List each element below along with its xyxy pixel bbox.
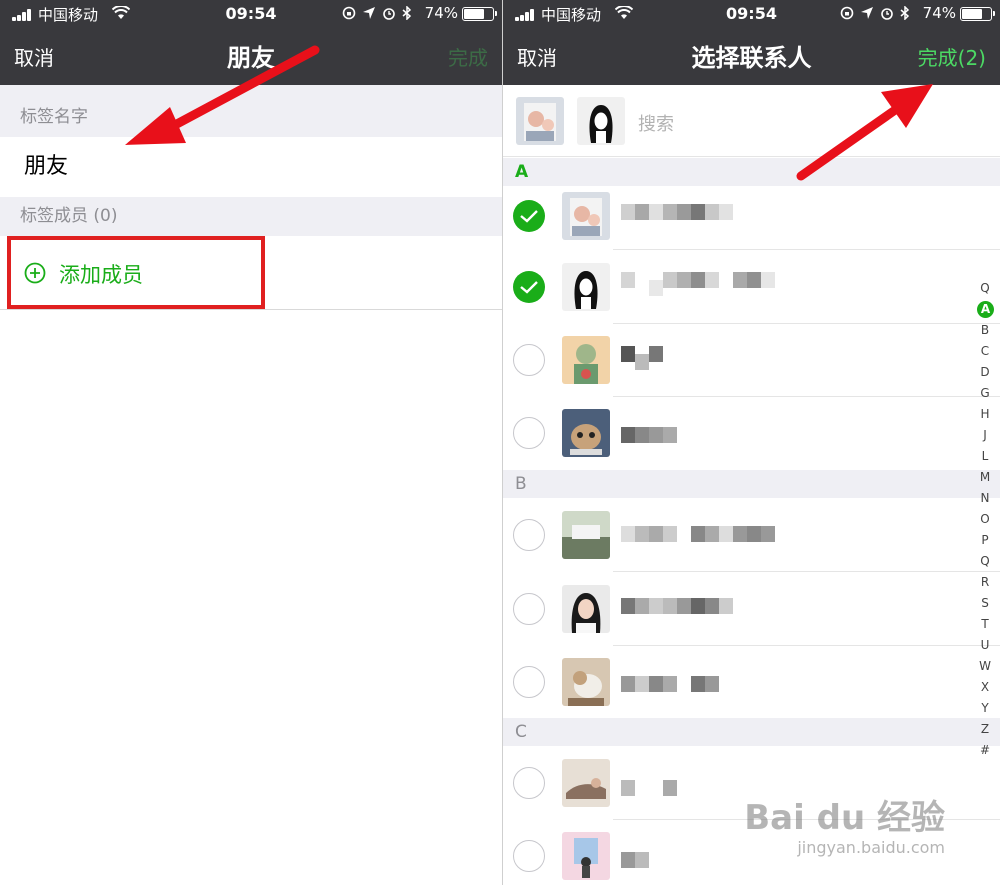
index-letter[interactable]: # — [977, 740, 993, 761]
done-button[interactable]: 完成 — [448, 42, 488, 71]
selected-avatar[interactable] — [577, 97, 625, 145]
index-letter[interactable]: M — [977, 467, 993, 488]
contact-row[interactable] — [503, 397, 1000, 470]
avatar — [562, 832, 610, 880]
index-letter[interactable]: H — [977, 404, 993, 425]
avatar — [562, 336, 610, 384]
rotation-lock-icon — [840, 6, 854, 20]
avatar — [562, 658, 610, 706]
checkbox-unchecked[interactable] — [513, 417, 545, 449]
red-arrow-icon — [796, 84, 933, 181]
index-letter[interactable]: R — [977, 572, 993, 593]
checkmark-icon — [520, 210, 538, 223]
battery-percent: 74% — [424, 4, 458, 22]
avatar — [562, 409, 610, 457]
checkmark-icon — [520, 281, 538, 294]
contact-name-redacted — [621, 204, 741, 220]
plus-circle-icon[interactable] — [24, 262, 46, 284]
location-icon — [861, 7, 873, 19]
index-letter[interactable]: Z — [977, 719, 993, 740]
index-letter[interactable]: C — [977, 341, 993, 362]
index-letter[interactable]: T — [977, 614, 993, 635]
index-letter[interactable]: S — [977, 593, 993, 614]
index-letter[interactable]: O — [977, 509, 993, 530]
index-letter[interactable]: J — [977, 425, 993, 446]
status-bar: 中国移动 09:54 74% — [0, 0, 502, 28]
contact-name-redacted — [621, 346, 671, 370]
contact-name-redacted — [621, 676, 731, 692]
index-letter[interactable]: U — [977, 635, 993, 656]
index-letter[interactable]: W — [977, 656, 993, 677]
rotation-lock-icon — [342, 6, 356, 20]
index-letter[interactable]: Y — [977, 698, 993, 719]
index-letter[interactable]: B — [977, 320, 993, 341]
contact-name-redacted — [621, 780, 681, 796]
search-input[interactable]: 搜索 — [638, 110, 674, 136]
contact-name-redacted — [621, 427, 681, 443]
checkbox-unchecked[interactable] — [513, 344, 545, 376]
bluetooth-icon — [900, 6, 910, 20]
checkbox-unchecked[interactable] — [513, 666, 545, 698]
alphabet-index[interactable]: Q A B C D G H J L M N O P Q R S T U W X Y Z # — [977, 278, 994, 761]
contact-row[interactable] — [503, 646, 1000, 718]
index-letter[interactable]: Q — [977, 551, 993, 572]
watermark-brand: Bai du 经验 — [744, 798, 945, 838]
battery-percent: 74% — [922, 4, 956, 22]
divider — [0, 309, 502, 310]
contact-row[interactable] — [503, 250, 1000, 324]
avatar — [562, 759, 610, 807]
location-icon — [363, 7, 375, 19]
index-letter[interactable]: A — [977, 299, 994, 320]
index-letter[interactable]: X — [977, 677, 993, 698]
contact-row[interactable] — [503, 498, 1000, 572]
section-letter-c: C — [503, 718, 1000, 746]
select-contacts-screen: 中国移动 09:54 74% 取消 选择联系人 完成(2) 搜索 A B C Q… — [503, 0, 1000, 885]
avatar — [562, 192, 610, 240]
checkbox-unchecked[interactable] — [513, 593, 545, 625]
index-letter[interactable]: P — [977, 530, 993, 551]
battery-icon — [462, 7, 497, 21]
section-header-tag-members: 标签成员 (0) — [0, 197, 502, 236]
alarm-icon — [881, 8, 893, 20]
header: 中国移动 09:54 74% 取消 选择联系人 完成(2) — [503, 0, 1000, 85]
checkbox-unchecked[interactable] — [513, 519, 545, 551]
section-letter-b: B — [503, 470, 1000, 498]
checkbox-checked[interactable] — [513, 271, 545, 303]
checkbox-unchecked[interactable] — [513, 767, 545, 799]
watermark-url: jingyan.baidu.com — [797, 838, 945, 857]
index-letter[interactable]: L — [977, 446, 993, 467]
index-letter[interactable]: Q — [977, 278, 993, 299]
done-button[interactable]: 完成(2) — [918, 42, 986, 71]
edit-tag-screen: 中国移动 09:54 74% 取消 朋友 完成 标签名字 朋友 标签成员 (0)… — [0, 0, 502, 885]
index-letter[interactable]: N — [977, 488, 993, 509]
index-letter[interactable]: G — [977, 383, 993, 404]
add-member-button[interactable]: 添加成员 — [59, 259, 143, 289]
contact-row[interactable] — [503, 324, 1000, 397]
contact-name-redacted — [621, 598, 741, 614]
battery-icon — [960, 7, 995, 21]
avatar — [562, 263, 610, 311]
contact-name-redacted — [621, 272, 781, 296]
index-letter[interactable]: D — [977, 362, 993, 383]
red-arrow-icon — [125, 45, 320, 145]
contact-row[interactable] — [503, 572, 1000, 646]
contact-name-redacted — [621, 852, 661, 868]
contact-name-redacted — [621, 526, 781, 542]
selected-avatar[interactable] — [516, 97, 564, 145]
contact-row[interactable] — [503, 186, 1000, 250]
avatar — [562, 511, 610, 559]
checkbox-unchecked[interactable] — [513, 840, 545, 872]
checkbox-checked[interactable] — [513, 200, 545, 232]
status-bar: 中国移动 09:54 74% — [503, 0, 1000, 28]
alarm-icon — [383, 8, 395, 20]
bluetooth-icon — [402, 6, 412, 20]
avatar — [562, 585, 610, 633]
